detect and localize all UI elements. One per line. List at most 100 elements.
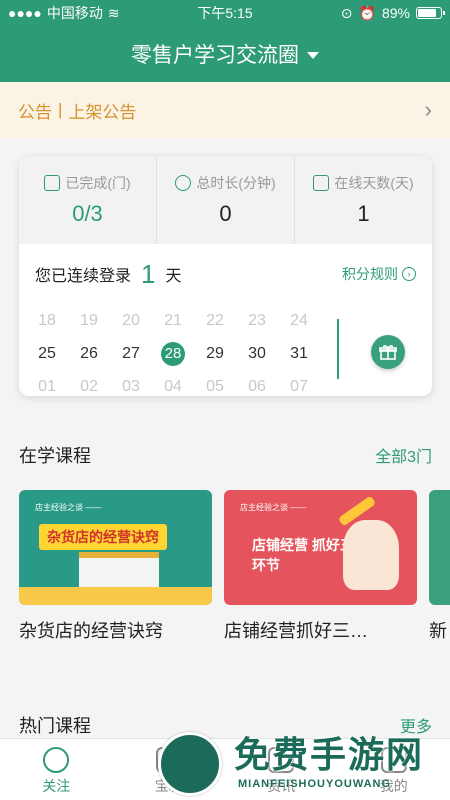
calendar-day-number: 02 [80, 377, 98, 395]
stats-row: 已完成(门) 0/3 总时长(分钟) 0 在线天数(天) 1 [19, 156, 432, 244]
circle-arrow-right-icon: › [402, 267, 416, 281]
learning-heading: 在学课程 [19, 446, 91, 466]
course-thumbnail: 店主经验之谈 —— 杂货店的经营诀窍 [19, 490, 212, 605]
tab-label: 关注 [42, 778, 71, 794]
calendar-day-number: 04 [164, 377, 182, 395]
calendar-day: 18 [26, 312, 68, 330]
calendar-day: 24 [278, 312, 320, 330]
bottom-tab-bar: 关注 宝箱 资讯 我的 [0, 738, 450, 800]
signin-prefix: 您已连续登录 [35, 268, 132, 285]
tab-label: 我的 [379, 778, 408, 794]
calendar-day-number: 26 [80, 344, 98, 362]
calendar-day-number: 23 [248, 311, 266, 329]
tab-news[interactable]: 资讯 [225, 739, 338, 800]
stat-completed: 已完成(门) 0/3 [19, 156, 157, 244]
stat-label: 已完成(门) [65, 175, 131, 191]
course-carousel[interactable]: 店主经验之谈 —— 杂货店的经营诀窍 杂货店的经营诀窍 店主经验之谈 —— 店铺… [19, 490, 450, 643]
course-card[interactable]: 店主经验之谈 —— 店铺经营 抓好三个关键环节 店铺经营抓好三… [224, 490, 417, 643]
stat-value: 0/3 [72, 201, 103, 226]
calendar-day-number: 05 [206, 377, 224, 395]
treasure-box-icon [155, 747, 182, 773]
calendar-day: 02 [68, 378, 110, 396]
calendar-day: 31 [278, 345, 320, 363]
calendar-day-number: 01 [38, 377, 56, 395]
stat-duration: 总时长(分钟) 0 [157, 156, 295, 244]
tab-profile[interactable]: 我的 [338, 739, 450, 800]
course-card[interactable]: 店主经验之谈 —— 杂货店的经营诀窍 杂货店的经营诀窍 [19, 490, 212, 643]
calendar-day-number: 18 [38, 311, 56, 329]
thumbnail-caption: 店主经验之谈 —— [35, 503, 102, 512]
calendar-day-number: 19 [80, 311, 98, 329]
signin-suffix: 天 [165, 268, 182, 285]
calendar-week: 01 02 03 04 05 06 07 [26, 370, 432, 396]
points-rules-link[interactable]: 积分规则 › [342, 264, 416, 284]
course-title: 店铺经营抓好三… [224, 621, 368, 641]
hot-section-header: 热门课程 更多 [19, 712, 432, 738]
tab-label: 资讯 [267, 778, 296, 794]
top-header: ●●●● 中国移动 ≋ 下午5:15 ⊙ ⏰ 89% 零售户学习交流圈 [0, 0, 450, 82]
calendar-day: 22 [194, 312, 236, 330]
signin-summary: 您已连续登录 1 天 积分规则 › [19, 244, 432, 304]
calendar-day-number: 20 [122, 311, 140, 329]
stat-value: 1 [357, 201, 370, 226]
calendar-day: 26 [68, 345, 110, 363]
gift-icon [379, 345, 397, 360]
all-courses-link[interactable]: 全部3门 [375, 443, 432, 467]
calendar-day: 07 [278, 378, 320, 396]
calendar-day-number: 07 [290, 377, 308, 395]
news-icon [268, 747, 295, 773]
course-thumbnail [429, 490, 450, 605]
signin-days: 1 [141, 258, 156, 289]
hot-heading: 热门课程 [19, 716, 91, 736]
calendar-day-number: 30 [248, 344, 266, 362]
calendar-day-number: 28 [161, 341, 185, 366]
dropdown-caret-icon [307, 52, 319, 59]
rules-label: 积分规则 [342, 266, 398, 282]
calendar-day: 25 [26, 345, 68, 363]
calendar-day: 05 [194, 378, 236, 396]
notice-text: 上架公告 [68, 102, 137, 122]
chevron-right-icon: › [424, 97, 432, 122]
calendar-day-number: 06 [248, 377, 266, 395]
check-clipboard-icon [44, 175, 61, 191]
hand-illustration [343, 520, 399, 590]
signin-calendar: 18 19 20 21 22 23 24 25 26 27 28 29 30 31 01 02 03 04 05 06… [19, 304, 432, 396]
page-title: 零售户学习交流圈 [131, 44, 299, 67]
tab-label: 宝箱 [154, 778, 183, 794]
group-selector[interactable]: 零售户学习交流圈 [0, 26, 450, 82]
profile-icon [380, 747, 407, 773]
course-card[interactable]: 新 [429, 490, 450, 643]
learning-section-header: 在学课程 全部3门 [19, 442, 432, 468]
clock-label: 下午5:15 [197, 5, 253, 21]
monitor-check-icon [313, 175, 330, 191]
stat-online-days: 在线天数(天) 1 [295, 156, 432, 244]
calendar-day: 19 [68, 312, 110, 330]
calendar-day-number: 03 [122, 377, 140, 395]
calendar-day: 30 [236, 345, 278, 363]
calendar-day-number: 21 [164, 311, 182, 329]
calendar-day: 04 [152, 378, 194, 396]
more-link[interactable]: 更多 [400, 713, 432, 737]
calendar-divider [337, 319, 339, 379]
course-title: 杂货店的经营诀窍 [19, 621, 163, 641]
gift-button[interactable] [371, 335, 405, 369]
stat-value: 0 [219, 201, 232, 226]
compass-icon [43, 747, 70, 773]
notice-label: 公告 [18, 102, 52, 122]
notice-separator: | [58, 100, 63, 119]
calendar-day: 21 [152, 312, 194, 330]
calendar-day: 23 [236, 312, 278, 330]
calendar-day-today: 28 [152, 341, 194, 366]
calendar-day: 06 [236, 378, 278, 396]
calendar-day: 27 [110, 345, 152, 363]
calendar-day: 01 [26, 378, 68, 396]
calendar-day: 29 [194, 345, 236, 363]
calendar-day: 20 [110, 312, 152, 330]
tab-follow[interactable]: 关注 [0, 739, 113, 800]
notice-bar[interactable]: 公告 | 上架公告 › [0, 82, 450, 138]
ground-illustration [19, 587, 212, 605]
course-title: 新 [429, 621, 447, 641]
stat-label: 在线天数(天) [334, 175, 414, 191]
stat-label: 总时长(分钟) [196, 175, 276, 191]
tab-treasure[interactable]: 宝箱 [113, 739, 226, 800]
